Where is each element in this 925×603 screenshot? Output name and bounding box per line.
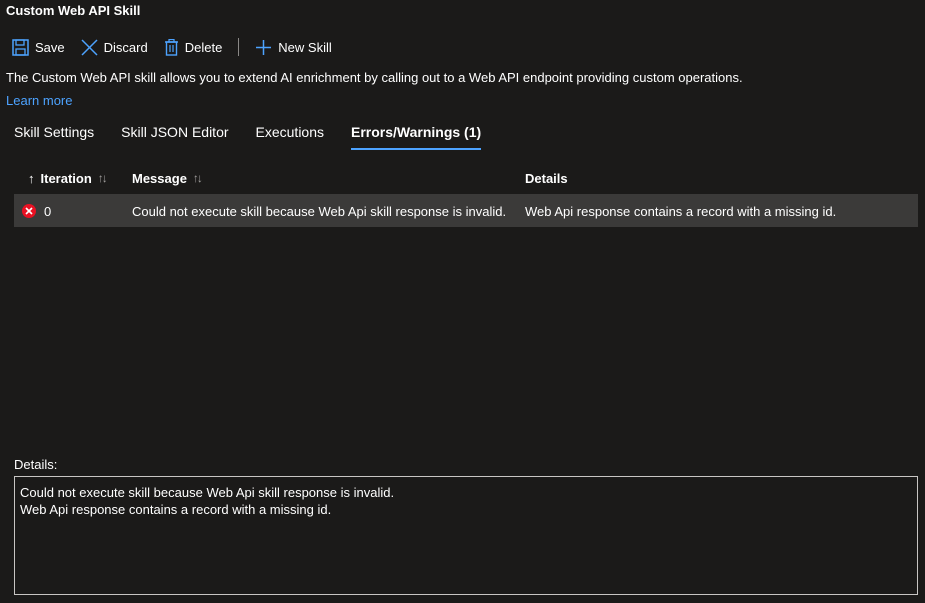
description-text: The Custom Web API skill allows you to e… bbox=[6, 70, 743, 85]
sort-icon: ↑↓ bbox=[192, 171, 203, 185]
tab-errors-warnings[interactable]: Errors/Warnings (1) bbox=[351, 124, 482, 150]
delete-button[interactable]: Delete bbox=[164, 38, 223, 56]
plus-icon bbox=[256, 39, 272, 55]
sort-icon: ↑↓ bbox=[97, 171, 108, 185]
tab-bar: Skill Settings Skill JSON Editor Executi… bbox=[14, 124, 508, 150]
details-line-1: Could not execute skill because Web Api … bbox=[20, 485, 395, 500]
column-header-details-label: Details bbox=[525, 170, 568, 186]
new-skill-label: New Skill bbox=[278, 39, 332, 55]
column-header-message-label: Message bbox=[132, 170, 187, 186]
tab-executions[interactable]: Executions bbox=[256, 124, 324, 150]
table-row[interactable]: 0 Could not execute skill because Web Ap… bbox=[14, 195, 918, 227]
tab-skill-settings[interactable]: Skill Settings bbox=[14, 124, 94, 150]
save-button[interactable]: Save bbox=[12, 38, 65, 56]
toolbar-divider bbox=[238, 38, 240, 56]
errors-table: ↑ Iteration ↑↓ Message ↑↓ Details 0 Coul… bbox=[14, 162, 918, 227]
learn-more-link[interactable]: Learn more bbox=[6, 93, 72, 108]
tab-skill-json-editor[interactable]: Skill JSON Editor bbox=[121, 124, 228, 150]
message-cell: Could not execute skill because Web Api … bbox=[132, 203, 507, 219]
delete-label: Delete bbox=[184, 39, 223, 55]
discard-button[interactable]: Discard bbox=[81, 38, 148, 56]
iteration-cell: 0 bbox=[14, 204, 132, 219]
page-title: Custom Web API Skill bbox=[6, 3, 141, 18]
table-header: ↑ Iteration ↑↓ Message ↑↓ Details bbox=[14, 162, 918, 195]
sort-ascending-icon: ↑ bbox=[28, 170, 35, 186]
column-header-iteration-label: Iteration bbox=[40, 170, 92, 186]
details-line-2: Web Api response contains a record with … bbox=[20, 502, 332, 517]
toolbar: Save Discard Delete New Skill bbox=[12, 36, 348, 58]
details-label: Details: bbox=[14, 457, 58, 472]
error-icon bbox=[22, 204, 36, 218]
details-textbox[interactable]: Could not execute skill because Web Api … bbox=[14, 476, 918, 595]
save-icon bbox=[12, 38, 29, 56]
column-header-details: Details bbox=[525, 171, 918, 186]
column-header-message[interactable]: Message ↑↓ bbox=[132, 171, 525, 186]
details-cell: Web Api response contains a record with … bbox=[525, 203, 837, 219]
trash-icon bbox=[164, 38, 178, 56]
new-skill-button[interactable]: New Skill bbox=[255, 39, 332, 56]
discard-label: Discard bbox=[103, 39, 148, 55]
iteration-value: 0 bbox=[44, 203, 52, 219]
save-label: Save bbox=[35, 39, 65, 55]
close-icon bbox=[81, 38, 98, 56]
column-header-iteration[interactable]: ↑ Iteration ↑↓ bbox=[14, 171, 132, 186]
